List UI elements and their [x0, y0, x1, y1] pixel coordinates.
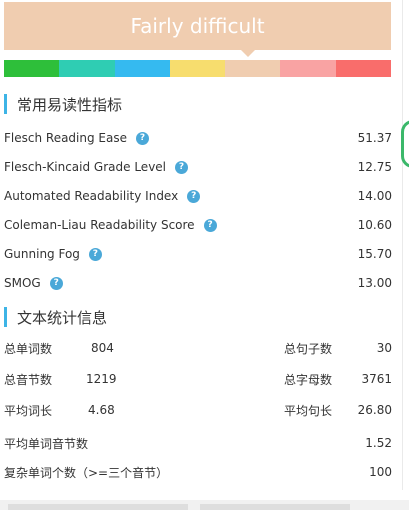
scale-segment-7	[335, 60, 391, 77]
stats-section-title: 文本统计信息	[4, 307, 107, 327]
metric-value: 51.37	[357, 131, 392, 145]
metric-label: Flesch Reading Ease	[4, 131, 127, 145]
stat-row-avg-syllables: 平均单词音节数 1.52	[4, 433, 392, 453]
bottom-card[interactable]	[8, 504, 188, 510]
metric-label: Flesch-Kincaid Grade Level	[4, 160, 167, 174]
stat-value: 26.80	[357, 403, 392, 417]
scale-segment-6	[280, 60, 336, 77]
scale-segment-4	[169, 60, 226, 77]
stat-label: 平均单词音节数	[4, 436, 89, 451]
stat-label: 总音节数	[4, 372, 53, 387]
metric-value: 15.70	[357, 247, 392, 261]
help-icon[interactable]: ?	[88, 247, 102, 261]
metric-label: SMOG	[4, 276, 41, 290]
help-icon[interactable]: ?	[49, 276, 63, 290]
side-toggle-icon[interactable]	[401, 120, 409, 168]
metric-label: Coleman-Liau Readability Score	[4, 218, 195, 232]
metric-row-flesch-kincaid: Flesch-Kincaid Grade Level? 12.75	[4, 157, 392, 177]
metric-value: 13.00	[357, 276, 392, 290]
stat-value: 100	[369, 465, 392, 479]
stat-value: 4.68	[88, 403, 115, 417]
difficulty-scale	[4, 60, 391, 77]
metric-row-smog: SMOG? 13.00	[4, 273, 392, 293]
stat-value: 30	[376, 341, 392, 355]
metric-row-gunning-fog: Gunning Fog? 15.70	[4, 244, 392, 264]
difficulty-label: Fairly difficult	[130, 14, 265, 38]
metric-label: Automated Readability Index	[4, 189, 179, 203]
scale-segment-2	[59, 60, 115, 77]
difficulty-pointer	[241, 50, 255, 57]
metric-label: Gunning Fog	[4, 247, 80, 261]
metric-value: 10.60	[357, 218, 392, 232]
stat-value: 1219	[86, 372, 117, 386]
stat-row-complex-words: 复杂单词个数（>=三个音节） 100	[4, 462, 392, 482]
stat-label: 总句子数	[284, 341, 333, 356]
stat-row: 平均词长 4.68 平均句长 26.80	[4, 400, 392, 420]
scale-segment-3	[114, 60, 170, 77]
readability-section-title: 常用易读性指标	[4, 94, 122, 114]
stat-row: 总音节数 1219 总字母数 3761	[4, 369, 392, 389]
help-icon[interactable]: ?	[203, 218, 217, 232]
stat-row: 总单词数 804 总句子数 30	[4, 338, 392, 358]
help-icon[interactable]: ?	[175, 160, 189, 174]
panel-divider	[402, 0, 403, 490]
metric-value: 14.00	[357, 189, 392, 203]
help-icon[interactable]: ?	[187, 189, 201, 203]
metric-row-automated-readability: Automated Readability Index? 14.00	[4, 186, 392, 206]
stat-value: 804	[91, 341, 114, 355]
metric-row-coleman-liau: Coleman-Liau Readability Score? 10.60	[4, 215, 392, 235]
stat-label: 总字母数	[284, 372, 333, 387]
metric-value: 12.75	[357, 160, 392, 174]
stat-value: 3761	[361, 372, 392, 386]
scale-segment-1	[4, 60, 60, 77]
help-icon[interactable]: ?	[135, 131, 149, 145]
bottom-card[interactable]	[200, 504, 350, 510]
bottom-strip	[0, 500, 409, 510]
scale-segment-5	[225, 60, 281, 77]
stat-label: 平均词长	[4, 403, 53, 418]
difficulty-banner: Fairly difficult	[4, 2, 391, 50]
stat-label: 总单词数	[4, 341, 53, 356]
stat-value: 1.52	[365, 436, 392, 450]
stat-label: 复杂单词个数（>=三个音节）	[4, 465, 169, 480]
stat-label: 平均句长	[284, 403, 333, 418]
metric-row-flesch-reading-ease: Flesch Reading Ease? 51.37	[4, 128, 392, 148]
